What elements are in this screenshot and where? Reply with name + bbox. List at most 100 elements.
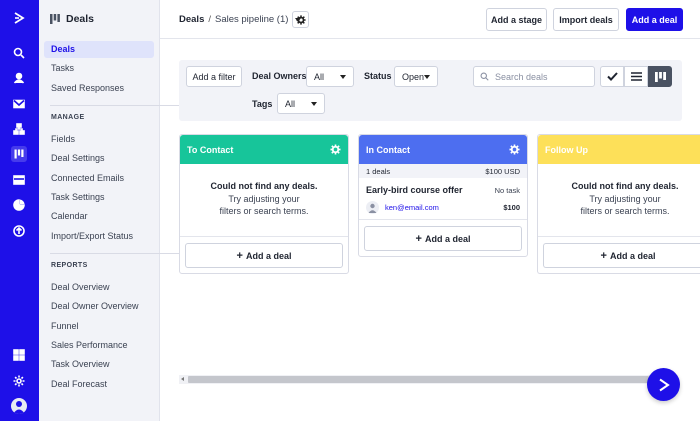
sidebar-item-saved-responses[interactable]: Saved Responses	[44, 80, 154, 97]
sidebar-item-sales-performance[interactable]: Sales Performance	[44, 337, 154, 354]
empty-line: filters or search terms.	[580, 206, 670, 216]
deal-owners-value: All	[314, 71, 325, 82]
empty-line: Try adjusting your	[228, 194, 300, 204]
automation-icon[interactable]	[11, 121, 27, 137]
breadcrumb: Deals / Sales pipeline (1)	[179, 14, 302, 25]
sidebar-divider	[50, 253, 187, 254]
contact-avatar	[366, 201, 379, 214]
sidebar-item-task-overview[interactable]: Task Overview	[44, 356, 154, 373]
sidebar-item-fields[interactable]: Fields	[44, 131, 154, 148]
add-deal-button[interactable]: Add a deal	[626, 8, 683, 31]
board-view-icon	[654, 71, 666, 82]
empty-state: Could not find any deals. Try adjusting …	[538, 164, 700, 236]
deal-amount: $100	[503, 203, 520, 212]
empty-line: Try adjusting your	[589, 194, 661, 204]
contact-email[interactable]: ken@email.com	[385, 203, 439, 212]
stage-header: To Contact	[180, 135, 348, 164]
stage-title: Follow Up	[545, 144, 588, 155]
stage-column-to-contact: To Contact Could not find any deals. Try…	[179, 134, 349, 274]
status-select[interactable]: Open	[394, 66, 438, 87]
deal-card[interactable]: Early-bird course offer No task ken@emai…	[359, 178, 527, 219]
sidebar-item-funnel[interactable]: Funnel	[44, 318, 154, 335]
deals-board-icon	[50, 14, 60, 24]
contacts-icon[interactable]	[11, 70, 27, 86]
sidebar-item-deal-settings[interactable]: Deal Settings	[44, 150, 154, 167]
search-icon	[480, 72, 489, 81]
filter-bar: Add a filter Deal Owners All Status Open…	[179, 60, 682, 121]
deal-owners-select[interactable]: All	[306, 66, 354, 87]
sidebar-item-import-export-status[interactable]: Import/Export Status	[44, 228, 154, 245]
board-horizontal-scrollbar[interactable]	[179, 375, 659, 384]
sidebar-item-deal-overview[interactable]: Deal Overview	[44, 279, 154, 296]
settings-icon[interactable]	[11, 373, 27, 389]
deals-icon[interactable]	[11, 146, 27, 162]
deal-task-status: No task	[494, 185, 520, 195]
plus-icon: +	[600, 249, 607, 262]
logo-icon[interactable]	[11, 10, 27, 26]
top-bar: Deals / Sales pipeline (1) Add a stage I…	[160, 0, 700, 39]
scrollbar-thumb[interactable]	[188, 376, 649, 383]
manage-heading: MANAGE	[51, 114, 85, 121]
plus-icon: +	[236, 249, 243, 262]
sidebar-item-connected-emails[interactable]: Connected Emails	[44, 170, 154, 187]
sidebar-item-deals[interactable]: Deals	[44, 41, 154, 58]
add-deal-row: + Add a deal	[180, 236, 348, 273]
chevron-down-icon	[424, 74, 431, 79]
search-input[interactable]: Search deals	[473, 66, 595, 87]
empty-title: Could not find any deals.	[571, 181, 679, 191]
sidebar-item-task-settings[interactable]: Task Settings	[44, 189, 154, 206]
deal-title[interactable]: Early-bird course offer	[366, 185, 463, 195]
status-label: Status	[364, 71, 392, 81]
reports-icon[interactable]	[11, 197, 27, 213]
email-icon[interactable]	[11, 96, 27, 112]
chevron-down-icon	[311, 101, 317, 106]
add-deal-to-stage-button[interactable]: + Add a deal	[364, 226, 522, 251]
sidebar-item-deal-owner-overview[interactable]: Deal Owner Overview	[44, 298, 154, 315]
pipeline-selector[interactable]: Sales pipeline (1)	[215, 14, 288, 25]
assistant-fab-button[interactable]	[647, 368, 680, 401]
list-view-button[interactable]	[624, 66, 648, 87]
sidebar-item-calendar[interactable]: Calendar	[44, 208, 154, 225]
empty-title: Could not find any deals.	[210, 181, 318, 191]
stage-header: In Contact	[359, 135, 527, 164]
add-deal-row: + Add a deal	[538, 236, 700, 273]
stage-title: In Contact	[366, 144, 410, 155]
search-icon[interactable]	[11, 45, 27, 61]
bulk-select-button[interactable]	[600, 66, 624, 87]
stage-header: Follow Up	[538, 135, 700, 164]
stage-column-follow-up: Follow Up Could not find any deals. Try …	[537, 134, 700, 274]
search-placeholder: Search deals	[495, 71, 548, 82]
add-stage-button[interactable]: Add a stage	[486, 8, 547, 31]
pipeline-settings-button[interactable]	[292, 11, 309, 28]
board-view-button[interactable]	[648, 66, 672, 87]
import-deals-button[interactable]: Import deals	[553, 8, 619, 31]
add-deal-to-stage-button[interactable]: + Add a deal	[185, 243, 343, 268]
chevron-right-icon	[658, 378, 670, 391]
gear-icon[interactable]	[330, 144, 341, 155]
sidebar-header: Deals	[50, 13, 94, 25]
add-deal-label: Add a deal	[609, 250, 656, 261]
sidebar-item-deal-forecast[interactable]: Deal Forecast	[44, 376, 154, 393]
stage-summary: 1 deals $100 USD	[359, 164, 527, 178]
check-icon	[606, 72, 618, 81]
tags-select[interactable]: All	[277, 93, 325, 114]
chevron-down-icon	[340, 74, 346, 79]
scroll-left-arrow-icon[interactable]	[181, 377, 184, 381]
add-deal-label: Add a deal	[245, 250, 292, 261]
add-filter-button[interactable]: Add a filter	[186, 66, 242, 87]
sidebar-item-tasks[interactable]: Tasks	[44, 60, 154, 77]
tags-label: Tags	[252, 99, 273, 109]
add-deal-to-stage-button[interactable]: + Add a deal	[543, 243, 700, 268]
breadcrumb-deals[interactable]: Deals	[179, 14, 204, 25]
conversations-icon[interactable]	[11, 223, 27, 239]
status-value: Open	[402, 71, 425, 82]
gear-icon	[295, 14, 306, 25]
stage-total: $100 USD	[485, 166, 520, 176]
apps-icon[interactable]	[11, 347, 27, 363]
empty-state: Could not find any deals. Try adjusting …	[180, 164, 348, 236]
sidebar-title: Deals	[66, 13, 95, 25]
campaigns-icon[interactable]	[11, 172, 27, 188]
avatar[interactable]	[11, 398, 27, 414]
add-deal-label: Add a deal	[424, 233, 471, 244]
gear-icon[interactable]	[509, 144, 520, 155]
